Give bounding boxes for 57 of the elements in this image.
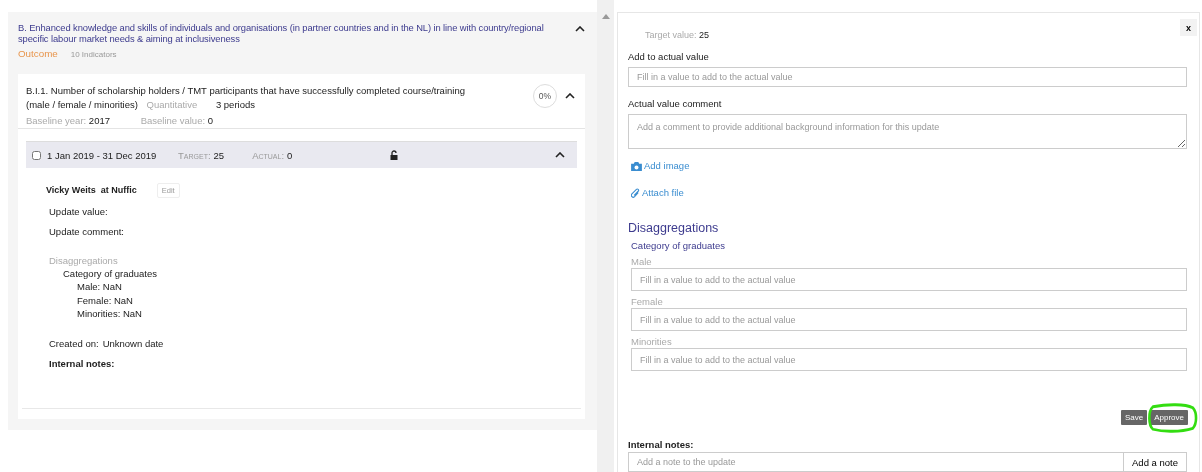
- input-field[interactable]: Fill in a value to add to the actual value: [631, 268, 1187, 291]
- period-count: 3 periods: [215, 99, 255, 110]
- internal-notes-label: Internal notes:: [628, 439, 695, 451]
- disaggregation-value: Minorities: NaN: [77, 307, 143, 321]
- target-label: Target:: [178, 149, 211, 161]
- internal-notes-label: Internal notes:: [49, 357, 116, 370]
- period-checkbox[interactable]: [32, 150, 41, 160]
- outcome-title: B. Enhanced knowledge and skills of individuals and organisations (in partner countries and in the NL) in line with country/regional specific labour market needs & aiming at inclusiveness: [18, 22, 545, 44]
- baseline-year-label: Baseline year:: [26, 115, 87, 126]
- indicator-title: B.I.1. Number of scholarship holders / TMT participants that have successfully completed course/training: [26, 84, 466, 98]
- input-field[interactable]: Fill in a value to add to the actual value: [628, 66, 1187, 87]
- category-title: Category of graduates: [631, 240, 726, 251]
- chevron-icon[interactable]: [565, 93, 575, 99]
- target-value-label: Target value:: [645, 30, 697, 40]
- created-date: Unknown date: [102, 337, 164, 350]
- indicator-title: (male / female / minorities): [26, 99, 138, 110]
- update-comment-label: Update comment:: [49, 226, 125, 238]
- approve-button[interactable]: Approve: [1150, 410, 1188, 425]
- indicator-count: 10 Indicators: [70, 50, 117, 59]
- comment-field[interactable]: Add a comment to provide additional background information for this update: [628, 113, 1187, 149]
- baseline-year: 2017: [88, 115, 110, 126]
- section-title: Disaggregations: [628, 221, 720, 235]
- actual-label: Actual:: [252, 149, 285, 161]
- field-label: Female: [631, 296, 664, 307]
- actual-value: 0: [287, 149, 293, 161]
- field-label: Actual value comment: [628, 97, 723, 110]
- paperclip-icon: [631, 187, 640, 199]
- disaggregations-label: Disaggregations: [49, 255, 119, 267]
- field-label: Minorities: [631, 336, 673, 347]
- update-value-label: Update value:: [49, 206, 109, 218]
- camera-icon: [631, 161, 642, 171]
- outcome-type: Outcome: [18, 48, 58, 59]
- created-label: Created on:: [49, 337, 99, 350]
- input-field[interactable]: Fill in a value to add to the actual value: [631, 348, 1187, 371]
- attach-file-link[interactable]: Attach file: [631, 187, 684, 199]
- indicator-measure: Quantitative: [146, 99, 198, 110]
- close-button[interactable]: x: [1180, 19, 1197, 36]
- target-value: 25: [699, 30, 710, 40]
- field-label: Add to actual value: [628, 50, 710, 63]
- field-label: Male: [631, 256, 653, 267]
- author-name: Vicky Weits at Nuffic: [46, 185, 137, 195]
- input-field[interactable]: Fill in a value to add to the actual value: [631, 308, 1187, 331]
- period-range: 1 Jan 2019 - 31 Dec 2019: [47, 149, 158, 161]
- chevron-icon[interactable]: [575, 26, 585, 32]
- note-field[interactable]: Add a note to the update: [628, 452, 1124, 472]
- disaggregation-value: Female: NaN: [77, 293, 134, 307]
- chevron-icon[interactable]: [555, 152, 565, 158]
- scrollbar[interactable]: [597, 0, 614, 472]
- add-note-button[interactable]: Add a note: [1123, 452, 1187, 472]
- target-value: 25: [213, 149, 225, 161]
- add-image-link[interactable]: Add image: [631, 160, 690, 172]
- baseline-value: 0: [207, 115, 213, 126]
- category-label: Category of graduates: [63, 267, 158, 280]
- unlock-icon[interactable]: [390, 150, 399, 160]
- baseline-value-label: Baseline value:: [140, 115, 206, 126]
- disaggregation-value: Male: NaN: [77, 280, 123, 294]
- save-button[interactable]: Save: [1120, 410, 1148, 425]
